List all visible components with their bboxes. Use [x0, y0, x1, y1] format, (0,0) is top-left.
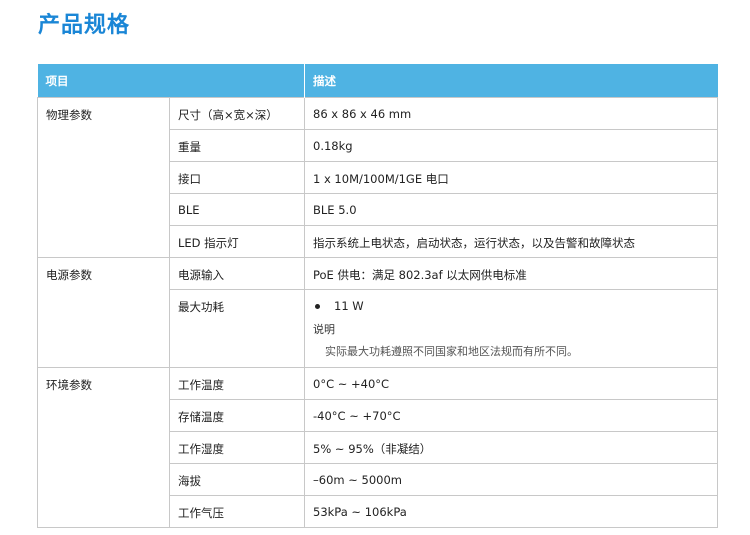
table-header-row: 项目 描述	[37, 64, 718, 98]
param-value: 0.18kg	[304, 129, 718, 162]
param-value: 0°C ~ +40°C	[304, 367, 718, 400]
group-environment: 环境参数	[37, 367, 170, 528]
param-name: 接口	[169, 161, 305, 194]
note-label: 说明	[313, 323, 335, 336]
param-name: 重量	[169, 129, 305, 162]
bullet-text: 11 W	[334, 299, 364, 313]
page-title: 产品规格	[38, 13, 131, 38]
param-name: 工作气压	[169, 495, 305, 528]
param-value: BLE 5.0	[304, 193, 718, 226]
spec-table: 项目 描述 物理参数 尺寸（高×宽×深） 86 x 86 x 46 mm 重量 …	[37, 64, 718, 528]
param-name: BLE	[169, 193, 305, 226]
header-item: 项目	[37, 64, 305, 98]
param-name: 电源输入	[169, 257, 305, 290]
bullet-dot-icon	[315, 303, 320, 309]
table-row: 电源参数 电源输入 PoE 供电：满足 802.3af 以太网供电标准	[37, 257, 718, 368]
group-power: 电源参数	[37, 257, 170, 368]
bullet-item: 11 W	[313, 299, 717, 313]
param-value: -40°C ~ +70°C	[304, 399, 718, 432]
param-name: 海拔	[169, 463, 305, 496]
header-description: 描述	[304, 64, 718, 98]
param-value: 指示系统上电状态，启动状态，运行状态，以及告警和故障状态	[304, 225, 718, 258]
param-value: 1 x 10M/100M/1GE 电口	[304, 161, 718, 194]
table-row: 环境参数 工作温度 0°C ~ +40°C	[37, 367, 718, 528]
table-row: 物理参数 尺寸（高×宽×深） 86 x 86 x 46 mm	[37, 97, 718, 258]
param-value: –60m ~ 5000m	[304, 463, 718, 496]
param-name: 最大功耗	[169, 289, 305, 368]
param-name: 存储温度	[169, 399, 305, 432]
param-name: 工作温度	[169, 367, 305, 400]
param-name: 尺寸（高×宽×深）	[169, 97, 305, 130]
note-text: 实际最大功耗遵照不同国家和地区法规而有所不同。	[325, 345, 578, 358]
param-value: 53kPa ~ 106kPa	[304, 495, 718, 528]
group-physical: 物理参数	[37, 97, 170, 258]
param-name: LED 指示灯	[169, 225, 305, 258]
param-name: 工作湿度	[169, 431, 305, 464]
param-value: 5% ~ 95%（非凝结）	[304, 431, 718, 464]
param-value-with-note: 11 W 说明 实际最大功耗遵照不同国家和地区法规而有所不同。	[304, 289, 718, 368]
param-value: 86 x 86 x 46 mm	[304, 97, 718, 130]
param-value: PoE 供电：满足 802.3af 以太网供电标准	[304, 257, 718, 290]
